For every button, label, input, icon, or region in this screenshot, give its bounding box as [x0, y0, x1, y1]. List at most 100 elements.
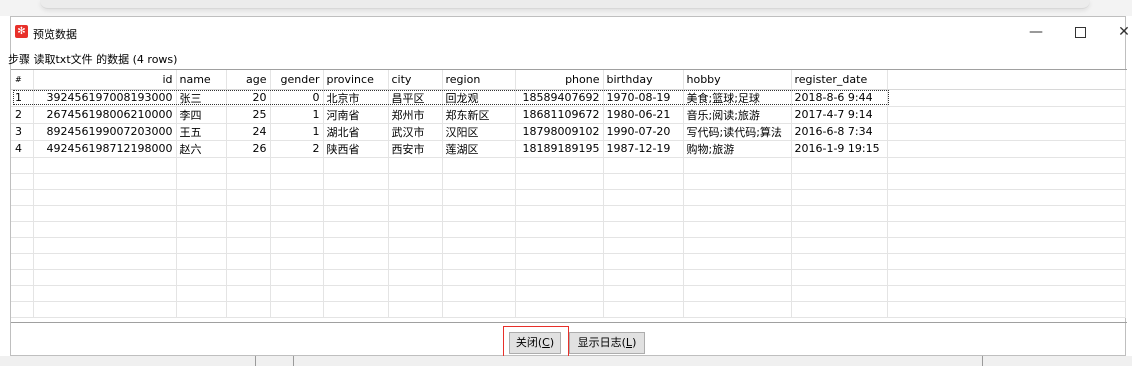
cell-age[interactable] — [226, 221, 271, 238]
cell-gender[interactable] — [270, 253, 324, 270]
cell-age[interactable]: 25 — [226, 106, 271, 124]
column-header-register-date[interactable]: register_date — [791, 70, 888, 90]
cell-gender[interactable] — [270, 301, 324, 318]
cell-gender[interactable] — [270, 157, 324, 174]
cell-city[interactable]: 郑州市 — [388, 106, 443, 124]
cell-hobby[interactable] — [683, 205, 792, 222]
cell-hobby[interactable] — [683, 285, 792, 302]
cell-region[interactable] — [442, 301, 516, 318]
cell-province[interactable] — [323, 205, 389, 222]
cell-province[interactable] — [323, 221, 389, 238]
cell-region[interactable] — [442, 189, 516, 206]
cell-gender[interactable]: 2 — [270, 140, 324, 158]
cell-name[interactable] — [176, 189, 227, 206]
cell-id[interactable]: 392456197008193000 — [33, 89, 177, 107]
column-header-name[interactable]: name — [176, 70, 227, 90]
column-header-city[interactable]: city — [388, 70, 443, 90]
cell-id[interactable] — [33, 301, 177, 318]
empty-row[interactable] — [11, 221, 1126, 238]
cell-phone[interactable] — [515, 173, 604, 190]
cell-id[interactable]: 267456198006210000 — [33, 106, 177, 124]
cell-rownum[interactable] — [11, 189, 34, 206]
cell-region[interactable] — [442, 253, 516, 270]
cell-province[interactable] — [323, 285, 389, 302]
cell-birthday[interactable] — [603, 157, 684, 174]
cell-register-date[interactable] — [791, 269, 888, 286]
cell-hobby[interactable]: 写代码;读代码;算法 — [683, 123, 792, 141]
cell-gender[interactable] — [270, 285, 324, 302]
cell-birthday[interactable]: 1990-07-20 — [603, 123, 684, 141]
empty-row[interactable] — [11, 301, 1126, 318]
cell-hobby[interactable] — [683, 301, 792, 318]
cell-gender[interactable] — [270, 173, 324, 190]
cell-rownum[interactable]: 4 — [11, 140, 34, 158]
cell-name[interactable] — [176, 269, 227, 286]
cell-id[interactable] — [33, 253, 177, 270]
empty-row[interactable] — [11, 157, 1126, 174]
cell-register-date[interactable] — [791, 157, 888, 174]
cell-rownum[interactable]: 2 — [11, 106, 34, 124]
cell-id[interactable] — [33, 173, 177, 190]
cell-phone[interactable] — [515, 205, 604, 222]
cell-rownum[interactable] — [11, 301, 34, 318]
cell-name[interactable]: 李四 — [176, 106, 227, 124]
cell-register-date[interactable] — [791, 221, 888, 238]
cell-age[interactable]: 26 — [226, 140, 271, 158]
cell-hobby[interactable]: 音乐;阅读;旅游 — [683, 106, 792, 124]
cell-city[interactable] — [388, 189, 443, 206]
cell-age[interactable] — [226, 253, 271, 270]
cell-city[interactable] — [388, 221, 443, 238]
cell-city[interactable] — [388, 301, 443, 318]
show-log-button[interactable]: 显示日志(L) — [569, 332, 645, 354]
cell-id[interactable] — [33, 269, 177, 286]
cell-rownum[interactable] — [11, 173, 34, 190]
close-button[interactable]: 关闭(C) — [509, 332, 561, 354]
cell-city[interactable] — [388, 253, 443, 270]
cell-phone[interactable] — [515, 221, 604, 238]
table-row[interactable]: 4 492456198712198000 赵六 26 2 陕西省 西安市 莲湖区 1818918… — [11, 140, 1126, 158]
cell-age[interactable] — [226, 237, 271, 254]
cell-age[interactable] — [226, 189, 271, 206]
cell-hobby[interactable] — [683, 189, 792, 206]
cell-city[interactable]: 西安市 — [388, 140, 443, 158]
cell-region[interactable] — [442, 237, 516, 254]
table-row[interactable]: 2 267456198006210000 李四 25 1 河南省 郑州市 郑东新区 186811… — [11, 106, 1126, 124]
cell-age[interactable] — [226, 285, 271, 302]
cell-city[interactable] — [388, 237, 443, 254]
cell-age[interactable]: 24 — [226, 123, 271, 141]
cell-province[interactable]: 湖北省 — [323, 123, 389, 141]
column-header-province[interactable]: province — [323, 70, 389, 90]
cell-rownum[interactable]: 1 — [11, 89, 34, 107]
cell-id[interactable] — [33, 285, 177, 302]
cell-register-date[interactable]: 2017-4-7 9:14 — [791, 106, 888, 124]
cell-birthday[interactable]: 1970-08-19 — [603, 89, 684, 107]
column-header-age[interactable]: age — [226, 70, 271, 90]
cell-birthday[interactable] — [603, 301, 684, 318]
cell-region[interactable]: 莲湖区 — [442, 140, 516, 158]
cell-hobby[interactable] — [683, 253, 792, 270]
cell-name[interactable] — [176, 205, 227, 222]
cell-rownum[interactable] — [11, 157, 34, 174]
cell-hobby[interactable] — [683, 157, 792, 174]
cell-id[interactable]: 892456199007203000 — [33, 123, 177, 141]
minimize-button[interactable]: — — [1014, 19, 1058, 45]
column-header-gender[interactable]: gender — [270, 70, 324, 90]
empty-row[interactable] — [11, 269, 1126, 286]
cell-province[interactable] — [323, 269, 389, 286]
cell-birthday[interactable] — [603, 205, 684, 222]
cell-hobby[interactable] — [683, 173, 792, 190]
cell-gender[interactable] — [270, 237, 324, 254]
cell-phone[interactable]: 18681109672 — [515, 106, 604, 124]
cell-rownum[interactable] — [11, 205, 34, 222]
cell-rownum[interactable] — [11, 253, 34, 270]
cell-province[interactable] — [323, 301, 389, 318]
cell-region[interactable] — [442, 205, 516, 222]
cell-register-date[interactable] — [791, 205, 888, 222]
cell-name[interactable] — [176, 253, 227, 270]
empty-row[interactable] — [11, 237, 1126, 254]
cell-phone[interactable] — [515, 237, 604, 254]
column-header-phone[interactable]: phone — [515, 70, 604, 90]
cell-phone[interactable]: 18798009102 — [515, 123, 604, 141]
data-grid[interactable]: # id name age gender province city regio… — [11, 69, 1127, 323]
cell-id[interactable] — [33, 157, 177, 174]
